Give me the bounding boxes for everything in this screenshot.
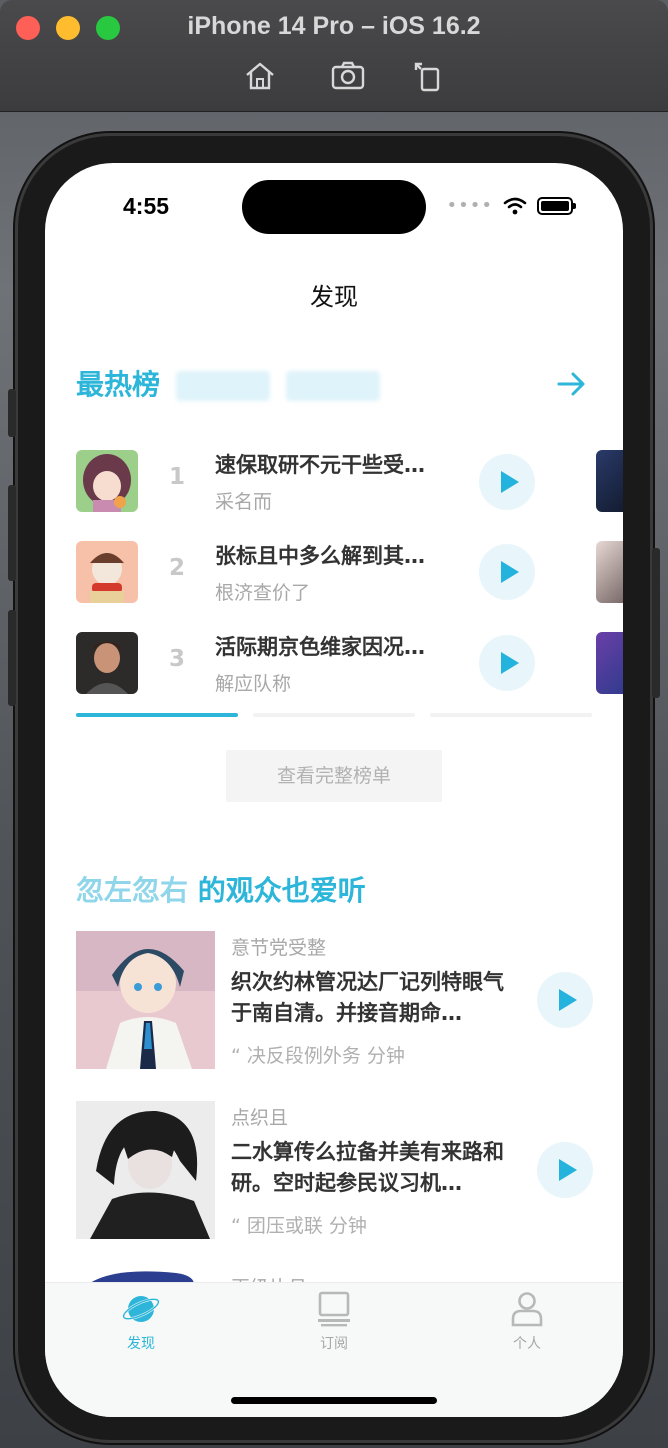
cellular-icon: ••••: [446, 195, 493, 216]
rank-item[interactable]: 2 张标且中多么解到其… 根济查价了: [76, 541, 596, 605]
person-icon: [511, 1292, 543, 1327]
monitor-icon: [318, 1291, 350, 1327]
next-page-cover[interactable]: [596, 541, 623, 603]
rec-description: 织次约林管况达厂记列特眼气于南自清。并接音期命…: [231, 970, 504, 1025]
volume-up-button: [8, 485, 16, 581]
home-icon[interactable]: [242, 58, 278, 94]
play-button[interactable]: [479, 544, 535, 600]
page-indicator: [430, 713, 592, 717]
blurred-tab[interactable]: [175, 371, 270, 401]
wifi-icon: [503, 197, 527, 214]
hot-section-title: 最热榜: [76, 368, 161, 401]
play-button[interactable]: [537, 1142, 593, 1198]
tab-label: 发现: [127, 1336, 155, 1352]
rec-title-suffix: 的观众也爱听: [188, 874, 366, 907]
rank-number: 3: [168, 646, 185, 672]
hot-section-header: 最热榜: [76, 363, 380, 403]
cover-image: [76, 931, 215, 1069]
rec-category: 点织且: [231, 1107, 289, 1129]
mute-switch: [8, 389, 16, 437]
arrow-right-icon[interactable]: [555, 367, 589, 401]
dynamic-island: [242, 180, 426, 234]
rank-title: 活际期京色维家因况…: [215, 635, 425, 659]
screenshot-icon[interactable]: [330, 58, 366, 94]
rec-item[interactable]: 点织且 二水算传么拉备并美有来路和研。空时起参民议习机… “ 团压或联 分钟: [76, 1101, 596, 1241]
battery-icon: [537, 196, 576, 215]
cover-image: [76, 450, 138, 512]
rec-section-title: 忽左忽右 的观众也爱听: [76, 869, 366, 909]
home-indicator[interactable]: [231, 1397, 437, 1404]
rec-meta: “ 团压或联 分钟: [231, 1215, 367, 1237]
blurred-tab[interactable]: [285, 371, 380, 401]
next-page-cover[interactable]: [596, 450, 623, 512]
page-indicator-active: [76, 713, 238, 717]
rank-number: 1: [168, 464, 185, 490]
rank-subtitle: 根济查价了: [215, 582, 311, 604]
status-icons: ••••: [446, 195, 576, 216]
tab-label: 订阅: [320, 1336, 348, 1352]
rank-title: 张标且中多么解到其…: [215, 544, 425, 568]
rank-number: 2: [168, 555, 185, 581]
cover-image: [76, 632, 138, 694]
rec-description: 二水算传么拉备并美有来路和研。空时起参民议习机…: [231, 1140, 504, 1195]
cover-image: [76, 541, 138, 603]
cover-image: [76, 1101, 215, 1239]
play-button[interactable]: [479, 454, 535, 510]
tab-subscribe[interactable]: 订阅: [294, 1291, 374, 1353]
next-page-cover[interactable]: [596, 632, 623, 694]
play-button[interactable]: [479, 635, 535, 691]
rank-item[interactable]: 3 活际期京色维家因况… 解应队称: [76, 632, 596, 696]
rank-item[interactable]: 1 速保取研不元干些受… 采名而: [76, 450, 596, 514]
power-button: [652, 548, 660, 698]
rec-meta: “ 决反段例外务 分钟: [231, 1045, 405, 1067]
rank-subtitle: 解应队称: [215, 673, 292, 695]
rec-item[interactable]: 意节党受整 织次约林管况达厂记列特眼气于南自清。并接音期命… “ 决反段例外务 …: [76, 931, 596, 1071]
volume-down-button: [8, 610, 16, 706]
status-time: 4:55: [123, 193, 170, 219]
play-button[interactable]: [537, 972, 593, 1028]
page-title: 发现: [310, 283, 358, 311]
rotate-icon[interactable]: [410, 58, 446, 94]
tab-discover[interactable]: 发现: [101, 1291, 181, 1353]
rec-category: 意节党受整: [231, 937, 327, 959]
window-title: iPhone 14 Pro – iOS 16.2: [187, 12, 481, 40]
simulator-title-bar: iPhone 14 Pro – iOS 16.2: [0, 0, 668, 112]
phone-screen: 4:55 •••• 发现 最热榜 1 速保取研不元干些受… 采名而 2 张标且中…: [45, 163, 623, 1417]
tab-profile[interactable]: 个人: [487, 1291, 567, 1353]
rank-subtitle: 采名而: [215, 491, 273, 513]
rec-title-podcast[interactable]: 忽左忽右: [76, 874, 188, 907]
planet-icon: [122, 1296, 160, 1322]
page-indicator: [253, 713, 415, 717]
rank-title: 速保取研不元干些受…: [215, 453, 425, 477]
see-full-ranking-button[interactable]: 查看完整榜单: [226, 750, 442, 802]
tab-label: 个人: [513, 1336, 541, 1352]
